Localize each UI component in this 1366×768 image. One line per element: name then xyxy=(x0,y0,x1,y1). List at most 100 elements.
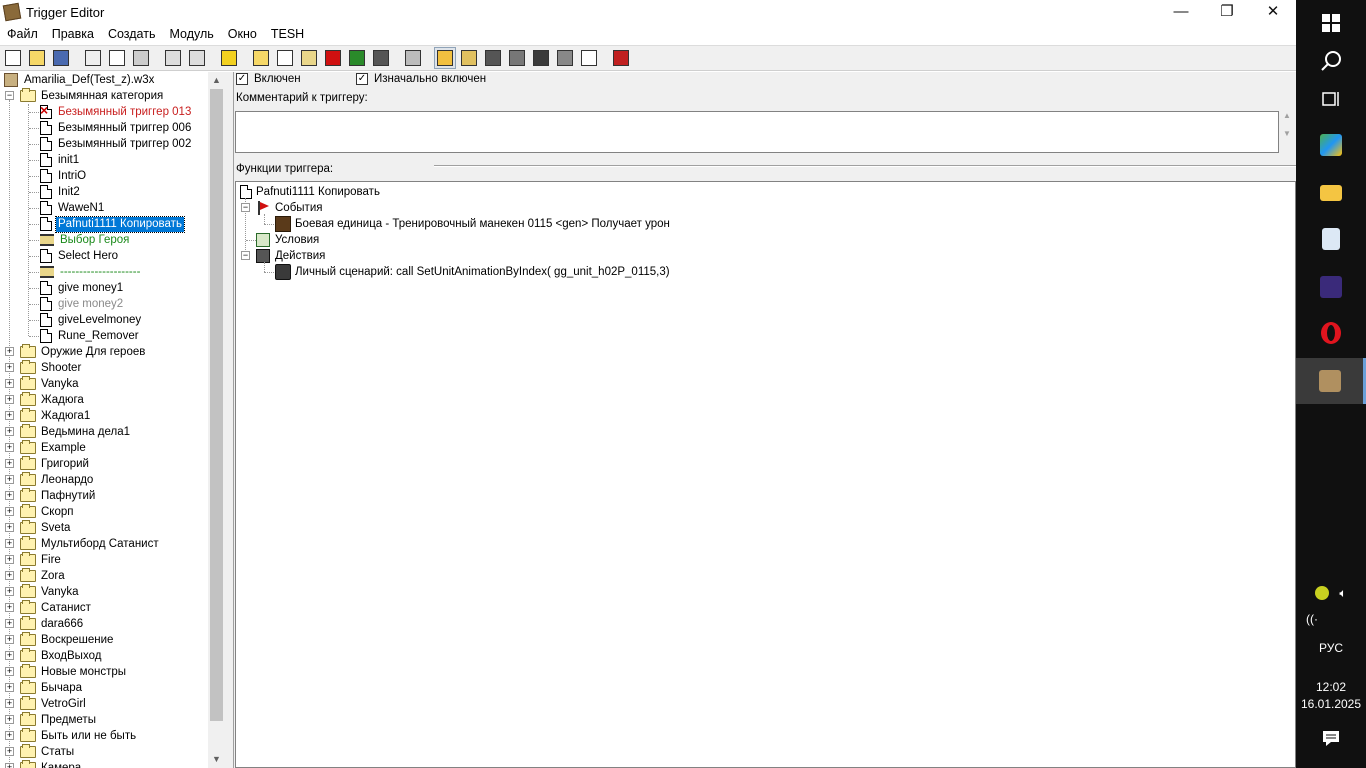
tree-category-18[interactable]: Воскрешение xyxy=(20,632,115,648)
tree-category-11[interactable]: Sveta xyxy=(20,520,72,536)
task-view-button[interactable] xyxy=(1296,76,1366,122)
expand-icon[interactable]: + xyxy=(5,699,14,708)
tree-item-4[interactable]: IntriO xyxy=(40,168,88,184)
tree-map-root[interactable]: Amarilia_Def(Test_z).w3x xyxy=(4,72,156,88)
expand-icon[interactable]: + xyxy=(5,667,14,676)
paste-button[interactable] xyxy=(130,47,152,69)
taskbar-app-bluestacks[interactable] xyxy=(1296,122,1366,168)
taskbar-app-warcraft[interactable] xyxy=(1296,264,1366,310)
tree-category-5[interactable]: Ведьмина дела1 xyxy=(20,424,132,440)
events-collapse-icon[interactable]: − xyxy=(241,203,250,212)
tree-item-13[interactable]: giveLevelmoney xyxy=(40,312,143,328)
tree-category-21[interactable]: Бычара xyxy=(20,680,84,696)
tree-category-12[interactable]: Мультиборд Сатанист xyxy=(20,536,161,552)
menu-window[interactable]: Окно xyxy=(221,27,264,41)
undo-button[interactable] xyxy=(162,47,184,69)
actions-node[interactable]: Действия xyxy=(256,248,325,264)
trigger-tree[interactable]: Amarilia_Def(Test_z).w3x − Безымянная кате… xyxy=(0,72,208,768)
tree-item-7[interactable]: Pafnuti1111 Копировать xyxy=(40,215,185,233)
expand-icon[interactable]: + xyxy=(5,683,14,692)
tree-scrollbar[interactable]: ▲ ▼ xyxy=(208,72,225,768)
enabled-checkbox[interactable]: ✓ Включен xyxy=(236,73,301,85)
tree-item-9[interactable]: Select Hero xyxy=(40,248,120,264)
delete-button[interactable] xyxy=(218,47,240,69)
tree-item-14[interactable]: Rune_Remover xyxy=(40,328,141,344)
volume-icon[interactable]: 🔈︎ xyxy=(1339,586,1346,601)
tree-category-4[interactable]: Жадюга1 xyxy=(20,408,92,424)
initially-on-check-icon[interactable]: ✓ xyxy=(356,73,368,85)
expand-icon[interactable]: + xyxy=(5,539,14,548)
tree-category-0[interactable]: Оружие Для героев xyxy=(20,344,147,360)
network-icon[interactable]: ((· xyxy=(1296,612,1366,626)
enabled-check-icon[interactable]: ✓ xyxy=(236,73,248,85)
taskbar-app-viewer[interactable] xyxy=(1296,216,1366,262)
expand-icon[interactable]: + xyxy=(5,635,14,644)
expand-icon[interactable]: + xyxy=(5,443,14,452)
expand-icon[interactable]: + xyxy=(5,347,14,356)
functions-tree[interactable]: Pafnuti1111 Копировать − События Боевая … xyxy=(235,181,1296,768)
tree-category-9[interactable]: Пафнутий xyxy=(20,488,97,504)
tree-category-3[interactable]: Жадюга xyxy=(20,392,86,408)
tree-category-22[interactable]: VetroGirl xyxy=(20,696,88,712)
new-condition-button[interactable] xyxy=(346,47,368,69)
tree-category-8[interactable]: Леонардо xyxy=(20,472,95,488)
object-manager-button[interactable] xyxy=(554,47,576,69)
redo-button[interactable] xyxy=(186,47,208,69)
menu-tesh[interactable]: TESH xyxy=(264,27,311,41)
new-action-button[interactable] xyxy=(370,47,392,69)
expand-icon[interactable]: + xyxy=(5,491,14,500)
terrain-editor-button[interactable] xyxy=(402,47,424,69)
new-trigger-button[interactable] xyxy=(274,47,296,69)
tree-category-17[interactable]: dara666 xyxy=(20,616,85,632)
new-category-button[interactable] xyxy=(250,47,272,69)
sound-editor-button[interactable] xyxy=(458,47,480,69)
tree-category-20[interactable]: Новые монстры xyxy=(20,664,128,680)
tree-category-23[interactable]: Предметы xyxy=(20,712,98,728)
tree-item-0[interactable]: Безымянный триггер 013 xyxy=(40,102,193,120)
new-event-button[interactable] xyxy=(322,47,344,69)
expand-icon[interactable]: + xyxy=(5,651,14,660)
expand-icon[interactable]: + xyxy=(5,395,14,404)
scroll-down-icon[interactable]: ▼ xyxy=(208,751,225,768)
tree-category-1[interactable]: Shooter xyxy=(20,360,83,376)
events-node[interactable]: События xyxy=(256,200,322,216)
actions-collapse-icon[interactable]: − xyxy=(241,251,250,260)
action-item[interactable]: Личный сценарий: call SetUnitAnimationBy… xyxy=(275,264,670,280)
test-map-button[interactable] xyxy=(610,47,632,69)
close-button[interactable]: ✕ xyxy=(1250,0,1296,22)
expand-icon[interactable]: + xyxy=(5,555,14,564)
taskbar-app-opera[interactable] xyxy=(1296,310,1366,356)
expand-icon[interactable]: + xyxy=(5,427,14,436)
minimize-button[interactable]: — xyxy=(1158,0,1204,22)
tree-category-2[interactable]: Vanyka xyxy=(20,376,81,392)
menu-file[interactable]: Файл xyxy=(0,27,45,41)
expand-icon[interactable]: + xyxy=(5,411,14,420)
expand-icon[interactable]: + xyxy=(5,379,14,388)
copy-button[interactable] xyxy=(106,47,128,69)
expand-icon[interactable]: + xyxy=(5,363,14,372)
expand-icon[interactable]: + xyxy=(5,763,14,768)
function-root[interactable]: Pafnuti1111 Копировать xyxy=(240,184,380,200)
expand-icon[interactable]: + xyxy=(5,571,14,580)
tree-item-10[interactable]: --------------------- xyxy=(40,264,142,280)
new-button[interactable] xyxy=(2,47,24,69)
tree-category-19[interactable]: ВходВыход xyxy=(20,648,103,664)
restore-button[interactable]: ❐ xyxy=(1204,0,1250,22)
tree-item-3[interactable]: init1 xyxy=(40,152,81,168)
tree-category-16[interactable]: Сатанист xyxy=(20,600,93,616)
tree-item-5[interactable]: Init2 xyxy=(40,184,82,200)
tree-item-11[interactable]: give money1 xyxy=(40,280,125,296)
expand-icon[interactable]: + xyxy=(5,715,14,724)
campaign-editor-button[interactable] xyxy=(506,47,528,69)
expand-icon[interactable]: + xyxy=(5,459,14,468)
expand-icon[interactable]: + xyxy=(5,587,14,596)
expand-icon[interactable]: + xyxy=(5,507,14,516)
tree-item-6[interactable]: WaweN1 xyxy=(40,200,106,216)
menu-module[interactable]: Модуль xyxy=(162,27,220,41)
event-item[interactable]: Боевая единица - Тренировочный манекен 0… xyxy=(275,216,670,232)
initially-on-checkbox[interactable]: ✓ Изначально включен xyxy=(356,73,486,85)
clock-time[interactable]: 12:02 xyxy=(1296,680,1366,694)
tray-app-icon[interactable] xyxy=(1315,586,1330,600)
expand-icon[interactable]: + xyxy=(5,619,14,628)
expand-icon[interactable]: + xyxy=(5,747,14,756)
